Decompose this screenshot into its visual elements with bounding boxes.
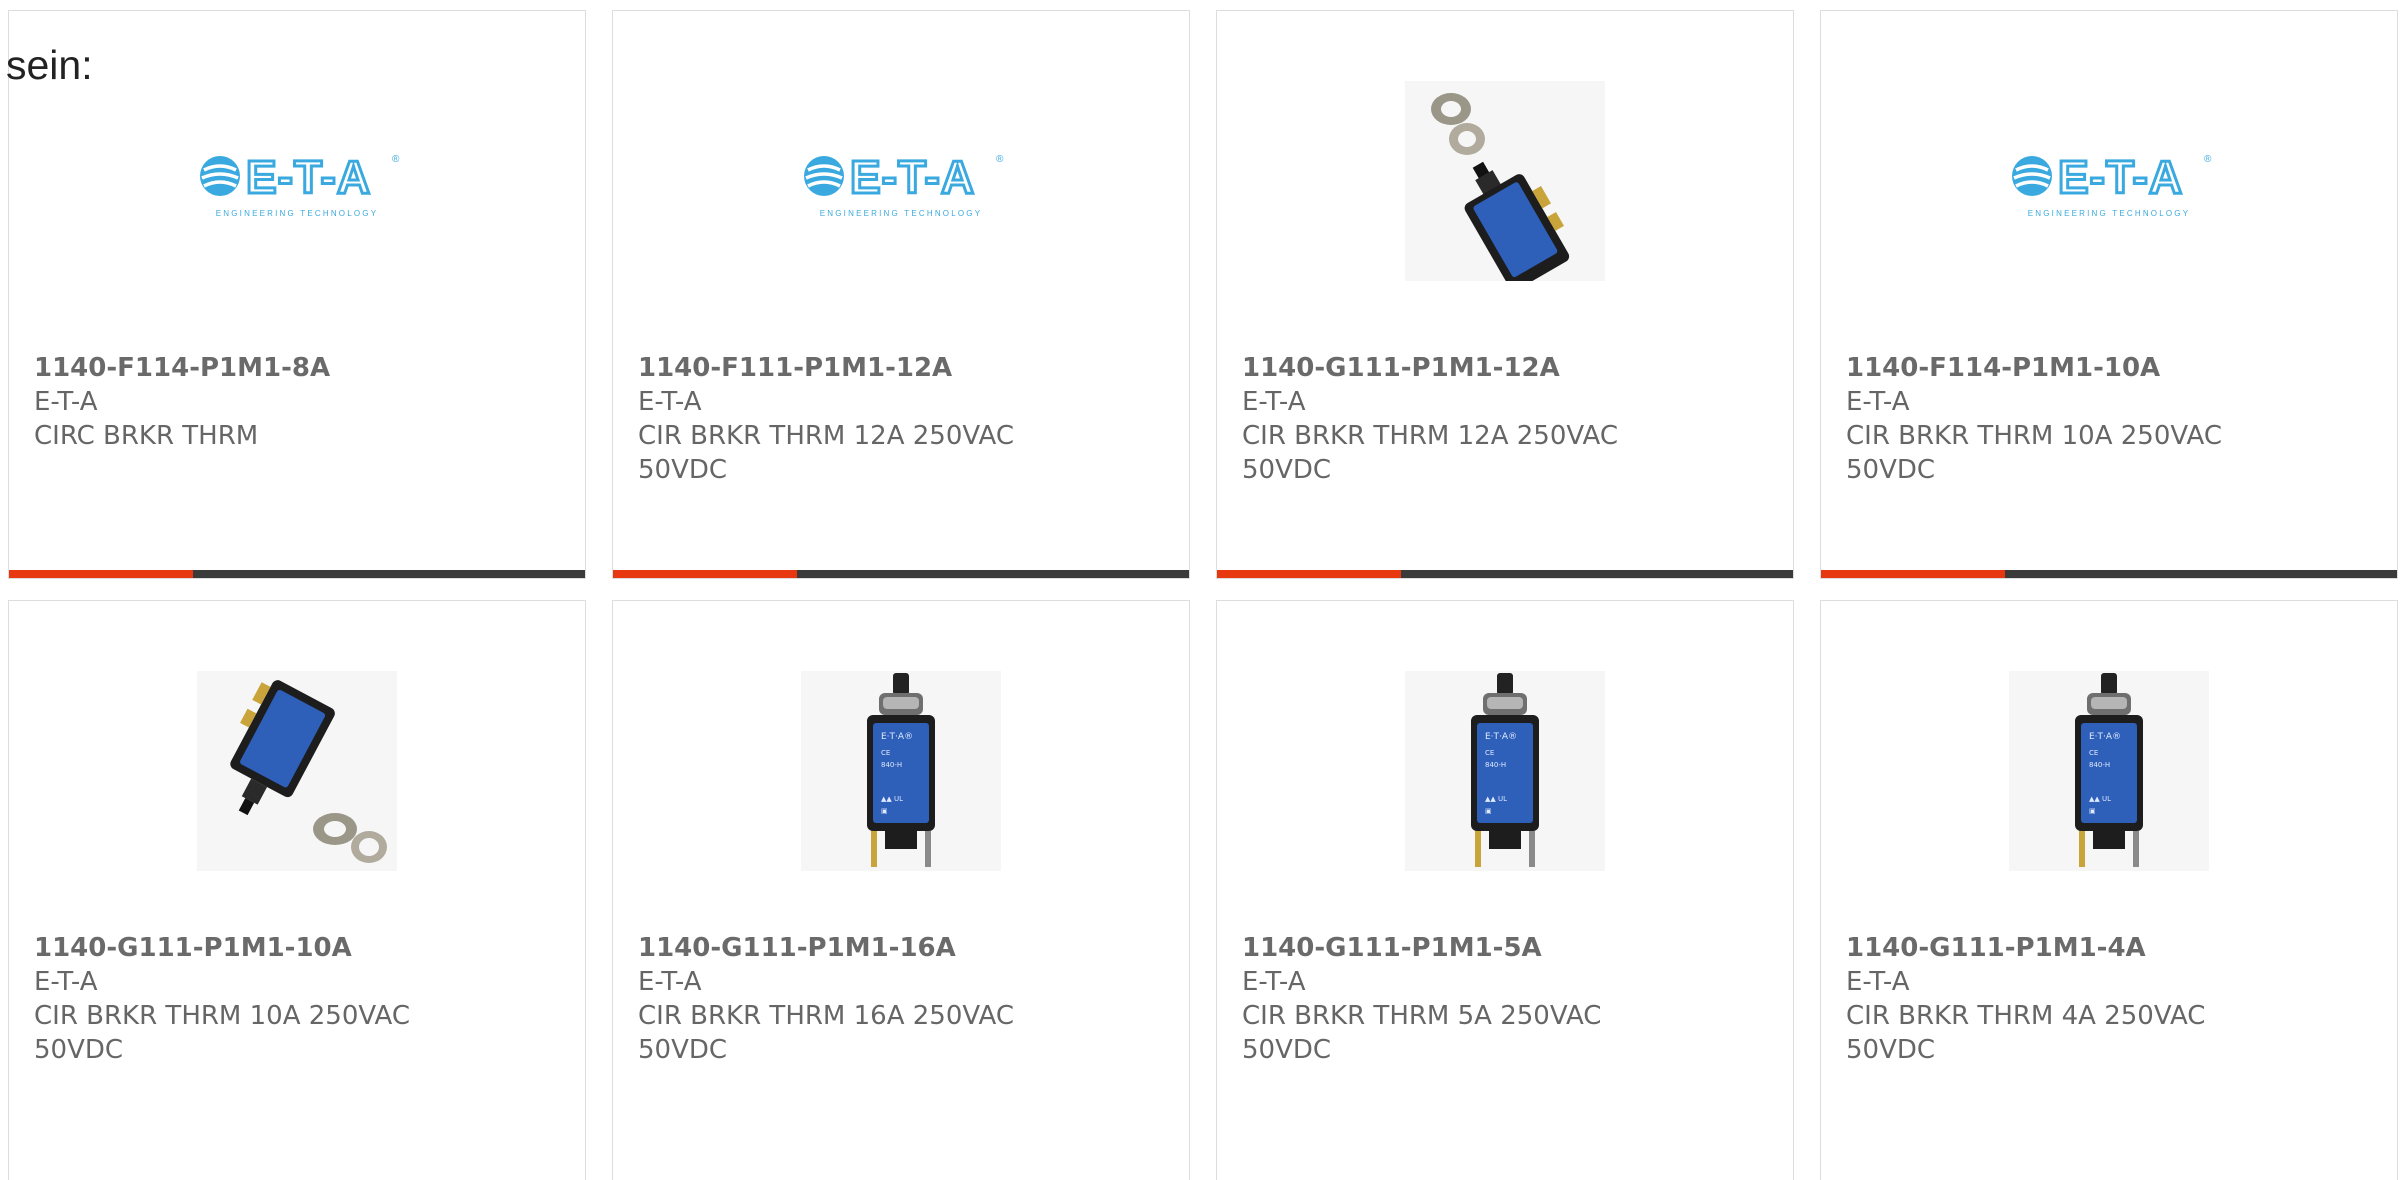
circuit-breaker-image: E·T·A® CE 840-H ▲▲ UL ▣: [2009, 671, 2209, 871]
svg-text:▲▲ UL: ▲▲ UL: [1485, 795, 1507, 803]
manufacturer-name: E-T-A: [34, 967, 98, 997]
product-description: CIR BRKR THRM 5A 250VAC 50VDC: [1242, 1001, 1602, 1065]
svg-text:CE: CE: [2089, 749, 2098, 757]
progress-bar: [613, 570, 1189, 578]
svg-text:▣: ▣: [881, 807, 888, 815]
svg-text:E-T-A: E-T-A: [246, 151, 371, 203]
svg-text:E·T·A®: E·T·A®: [2089, 732, 2121, 742]
circuit-breaker-image: E·T·A® CE 840-H ▲▲ UL ▣: [1405, 671, 1605, 871]
product-card[interactable]: E-T-A ® ENGINEERING TECHNOLOGY 1140-F114…: [8, 10, 586, 579]
product-image[interactable]: E-T-A ® ENGINEERING TECHNOLOGY: [1821, 81, 2397, 281]
svg-text:840-H: 840-H: [1485, 761, 1506, 769]
part-number-link[interactable]: 1140-G111-P1M1-4A: [1846, 931, 2377, 965]
product-card[interactable]: E·T·A® CE 840-H ▲▲ UL ▣ 1140-G111-P1M1-4…: [1820, 600, 2398, 1180]
intro-text: sein:: [6, 42, 93, 88]
svg-text:E-T-A: E-T-A: [2058, 151, 2183, 203]
part-number-link[interactable]: 1140-F114-P1M1-10A: [1846, 351, 2377, 385]
product-description: CIR BRKR THRM 10A 250VAC 50VDC: [34, 1001, 410, 1065]
eta-logo: E-T-A ® ENGINEERING TECHNOLOGY: [200, 150, 400, 218]
product-image[interactable]: E·T·A® CE 840-H ▲▲ UL ▣: [1217, 671, 1793, 871]
product-description: CIR BRKR THRM 10A 250VAC 50VDC: [1846, 421, 2222, 485]
part-number-link[interactable]: 1140-G111-P1M1-12A: [1242, 351, 1773, 385]
manufacturer-name: E-T-A: [1242, 967, 1306, 997]
progress-bar: [9, 570, 585, 578]
svg-text:▣: ▣: [2089, 807, 2096, 815]
product-description: CIR BRKR THRM 12A 250VAC 50VDC: [1242, 421, 1618, 485]
svg-text:ENGINEERING TECHNOLOGY: ENGINEERING TECHNOLOGY: [2028, 209, 2191, 218]
svg-text:▲▲ UL: ▲▲ UL: [881, 795, 903, 803]
progress-bar-fill: [1821, 570, 2006, 578]
svg-text:840-H: 840-H: [881, 761, 902, 769]
product-image[interactable]: [1217, 81, 1793, 281]
product-info: 1140-F111-P1M1-12A E-T-A CIR BRKR THRM 1…: [638, 351, 1169, 487]
product-info: 1140-G111-P1M1-4A E-T-A CIR BRKR THRM 4A…: [1846, 931, 2377, 1067]
product-image[interactable]: E·T·A® CE 840-H ▲▲ UL ▣: [1821, 671, 2397, 871]
circuit-breaker-image: [1405, 81, 1605, 281]
product-card[interactable]: 1140-G111-P1M1-10A E-T-A CIR BRKR THRM 1…: [8, 600, 586, 1180]
product-card[interactable]: E·T·A® CE 840-H ▲▲ UL ▣ 1140-G111-P1M1-5…: [1216, 600, 1794, 1180]
svg-text:E-T-A: E-T-A: [850, 151, 975, 203]
svg-text:®: ®: [2204, 154, 2212, 165]
product-info: 1140-F114-P1M1-8A E-T-A CIRC BRKR THRM: [34, 351, 565, 453]
product-grid: E-T-A ® ENGINEERING TECHNOLOGY 1140-F114…: [0, 0, 2400, 1180]
svg-text:®: ®: [392, 154, 400, 165]
product-image[interactable]: E-T-A ® ENGINEERING TECHNOLOGY: [613, 81, 1189, 281]
part-number-link[interactable]: 1140-G111-P1M1-5A: [1242, 931, 1773, 965]
svg-text:E·T·A®: E·T·A®: [1485, 732, 1517, 742]
circuit-breaker-image: E·T·A® CE 840-H ▲▲ UL ▣: [801, 671, 1001, 871]
manufacturer-name: E-T-A: [1846, 967, 1910, 997]
product-info: 1140-G111-P1M1-10A E-T-A CIR BRKR THRM 1…: [34, 931, 565, 1067]
part-number-link[interactable]: 1140-G111-P1M1-10A: [34, 931, 565, 965]
svg-text:CE: CE: [881, 749, 890, 757]
product-info: 1140-F114-P1M1-10A E-T-A CIR BRKR THRM 1…: [1846, 351, 2377, 487]
progress-bar-fill: [1217, 570, 1402, 578]
manufacturer-name: E-T-A: [1846, 387, 1910, 417]
product-description: CIR BRKR THRM 12A 250VAC 50VDC: [638, 421, 1014, 485]
svg-text:▲▲ UL: ▲▲ UL: [2089, 795, 2111, 803]
part-number-link[interactable]: 1140-F114-P1M1-8A: [34, 351, 565, 385]
svg-text:▣: ▣: [1485, 807, 1492, 815]
svg-text:ENGINEERING TECHNOLOGY: ENGINEERING TECHNOLOGY: [216, 209, 379, 218]
svg-text:840-H: 840-H: [2089, 761, 2110, 769]
product-card[interactable]: E-T-A ® ENGINEERING TECHNOLOGY 1140-F111…: [612, 10, 1190, 579]
manufacturer-name: E-T-A: [638, 967, 702, 997]
product-card[interactable]: E·T·A® CE 840-H ▲▲ UL ▣ 1140-G111-P1M1-1…: [612, 600, 1190, 1180]
product-card[interactable]: 1140-G111-P1M1-12A E-T-A CIR BRKR THRM 1…: [1216, 10, 1794, 579]
progress-bar-fill: [613, 570, 798, 578]
product-description: CIRC BRKR THRM: [34, 421, 259, 451]
product-description: CIR BRKR THRM 4A 250VAC 50VDC: [1846, 1001, 2206, 1065]
progress-bar: [1821, 570, 2397, 578]
part-number-link[interactable]: 1140-G111-P1M1-16A: [638, 931, 1169, 965]
eta-logo: E-T-A ® ENGINEERING TECHNOLOGY: [2012, 150, 2212, 218]
product-image[interactable]: E·T·A® CE 840-H ▲▲ UL ▣: [613, 671, 1189, 871]
progress-bar-fill: [9, 570, 194, 578]
svg-text:ENGINEERING TECHNOLOGY: ENGINEERING TECHNOLOGY: [820, 209, 983, 218]
product-image[interactable]: E-T-A ® ENGINEERING TECHNOLOGY: [9, 81, 585, 281]
manufacturer-name: E-T-A: [34, 387, 98, 417]
svg-text:E·T·A®: E·T·A®: [881, 732, 913, 742]
part-number-link[interactable]: 1140-F111-P1M1-12A: [638, 351, 1169, 385]
circuit-breaker-image: [197, 671, 397, 871]
progress-bar: [1217, 570, 1793, 578]
eta-logo: E-T-A ® ENGINEERING TECHNOLOGY: [804, 150, 1004, 218]
svg-text:®: ®: [996, 154, 1004, 165]
product-info: 1140-G111-P1M1-12A E-T-A CIR BRKR THRM 1…: [1242, 351, 1773, 487]
product-info: 1140-G111-P1M1-16A E-T-A CIR BRKR THRM 1…: [638, 931, 1169, 1067]
product-description: CIR BRKR THRM 16A 250VAC 50VDC: [638, 1001, 1014, 1065]
manufacturer-name: E-T-A: [1242, 387, 1306, 417]
product-image[interactable]: [9, 671, 585, 871]
svg-text:CE: CE: [1485, 749, 1494, 757]
product-info: 1140-G111-P1M1-5A E-T-A CIR BRKR THRM 5A…: [1242, 931, 1773, 1067]
manufacturer-name: E-T-A: [638, 387, 702, 417]
product-card[interactable]: E-T-A ® ENGINEERING TECHNOLOGY 1140-F114…: [1820, 10, 2398, 579]
